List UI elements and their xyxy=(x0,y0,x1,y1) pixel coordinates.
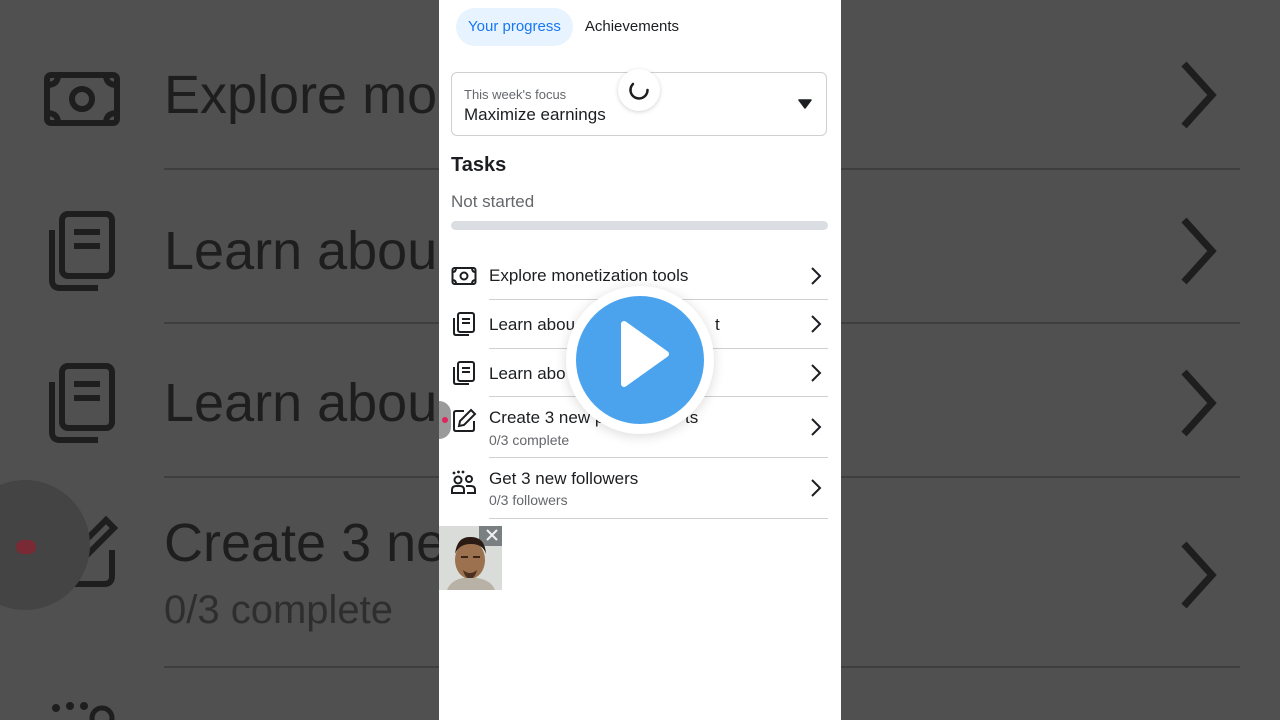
chevron-right-icon xyxy=(1181,61,1217,129)
chevron-right-icon xyxy=(811,267,822,285)
tab-your-progress[interactable]: Your progress xyxy=(456,8,573,46)
task-title: Explore monetization tools xyxy=(489,266,689,285)
tasks-heading: Tasks xyxy=(451,154,507,176)
task-title: Learn abo xyxy=(489,364,566,383)
task-title: Get 3 new followers xyxy=(489,469,639,488)
weekly-focus-value: Maximize earnings xyxy=(464,105,606,124)
tasks-progress-bar xyxy=(451,221,828,230)
money-icon xyxy=(451,267,477,285)
tab-bar: Your progress Achievements xyxy=(456,8,691,46)
bg-row-text: Explore mo xyxy=(164,65,438,125)
chevron-right-icon xyxy=(1181,541,1217,609)
document-icon xyxy=(453,312,475,336)
weekly-focus-label: This week's focus xyxy=(464,87,567,102)
loading-spinner xyxy=(618,69,660,111)
chevron-right-icon xyxy=(811,418,822,436)
floating-bubble[interactable] xyxy=(439,401,451,439)
money-icon xyxy=(44,72,120,126)
chevron-right-icon xyxy=(811,479,822,497)
notification-dot xyxy=(442,417,448,423)
chevron-right-icon xyxy=(1181,217,1217,285)
task-subtitle: 0/3 followers xyxy=(489,492,568,508)
followers-icon xyxy=(451,470,476,494)
task-divider xyxy=(489,518,828,519)
task-subtitle: 0/3 complete xyxy=(489,432,570,448)
tasks-status: Not started xyxy=(451,192,535,211)
bg-row-text: Learn abou xyxy=(164,373,438,433)
task-get-followers[interactable]: Get 3 new followers 0/3 followers xyxy=(451,458,828,519)
task-title-tail: t xyxy=(715,315,720,334)
play-icon xyxy=(621,321,669,387)
document-icon xyxy=(49,363,115,443)
task-title: Learn abou xyxy=(489,315,576,334)
followers-icon xyxy=(52,702,115,720)
spinner-icon xyxy=(629,82,649,100)
bg-dot xyxy=(16,540,36,554)
document-icon xyxy=(453,361,475,385)
play-button[interactable] xyxy=(566,286,714,434)
webcam-person-image xyxy=(439,526,502,590)
document-icon xyxy=(49,211,115,291)
bg-row-text: Create 3 ne xyxy=(164,513,447,573)
chevron-right-icon xyxy=(1181,369,1217,437)
edit-icon xyxy=(453,408,477,432)
tab-achievements[interactable]: Achievements xyxy=(573,8,691,46)
bg-row-sub: 0/3 complete xyxy=(164,588,394,632)
chevron-right-icon xyxy=(811,315,822,333)
webcam-overlay xyxy=(439,526,502,590)
bg-row-text: Learn abou xyxy=(164,221,438,281)
chevron-right-icon xyxy=(811,364,822,382)
caret-down-icon xyxy=(798,99,812,109)
